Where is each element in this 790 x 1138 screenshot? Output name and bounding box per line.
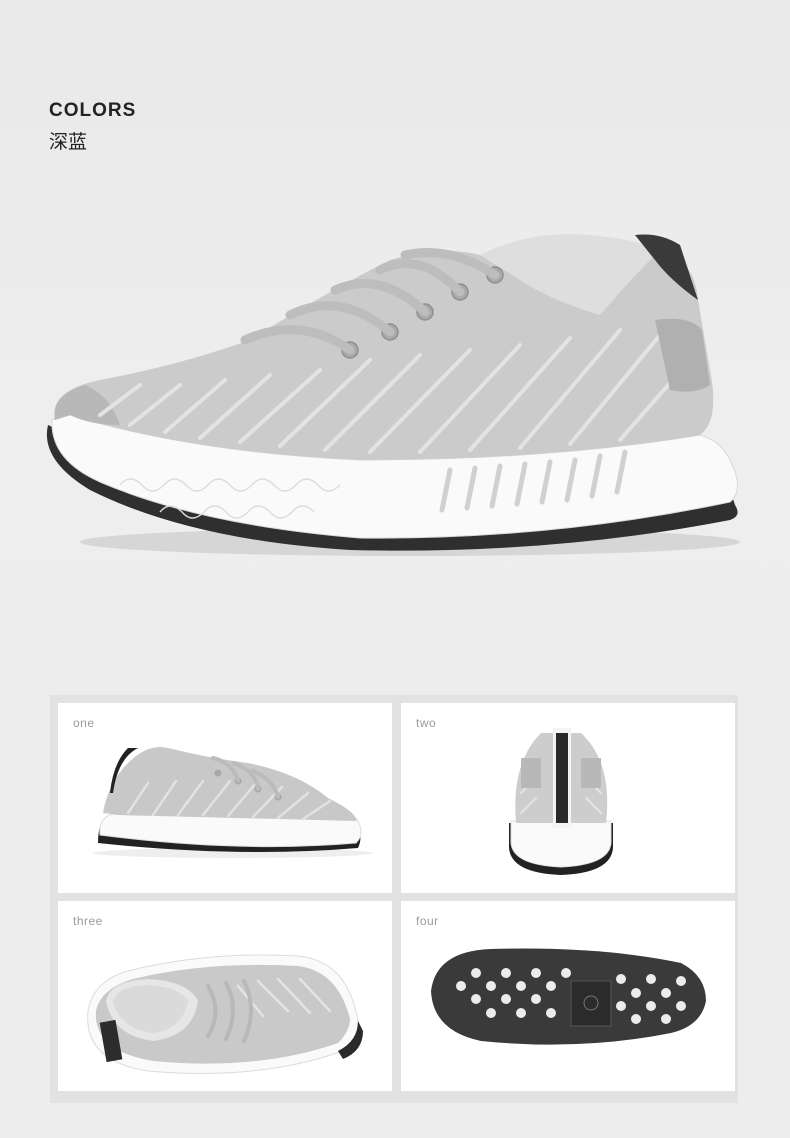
gallery-card-one[interactable]: one (58, 703, 392, 893)
colors-heading: COLORS (49, 100, 137, 121)
shoe-back-view-image (509, 728, 613, 875)
card-label: four (416, 914, 439, 928)
card-label: three (73, 914, 103, 928)
card-label: two (416, 716, 437, 730)
thumbnail-gallery: one two three four (50, 695, 738, 1103)
card-label: one (73, 716, 95, 730)
color-name: 深蓝 (49, 131, 88, 153)
shoe-outsole-image (431, 948, 706, 1045)
shoe-side-view-image (93, 747, 373, 858)
gallery-card-two[interactable]: two (401, 703, 735, 893)
gallery-card-three[interactable]: three (58, 901, 392, 1091)
hero-shoe-image (46, 234, 740, 556)
gallery-card-four[interactable]: four (401, 901, 735, 1091)
shoe-top-view-image (87, 954, 363, 1074)
hero-section: COLORS 深蓝 (0, 0, 790, 680)
